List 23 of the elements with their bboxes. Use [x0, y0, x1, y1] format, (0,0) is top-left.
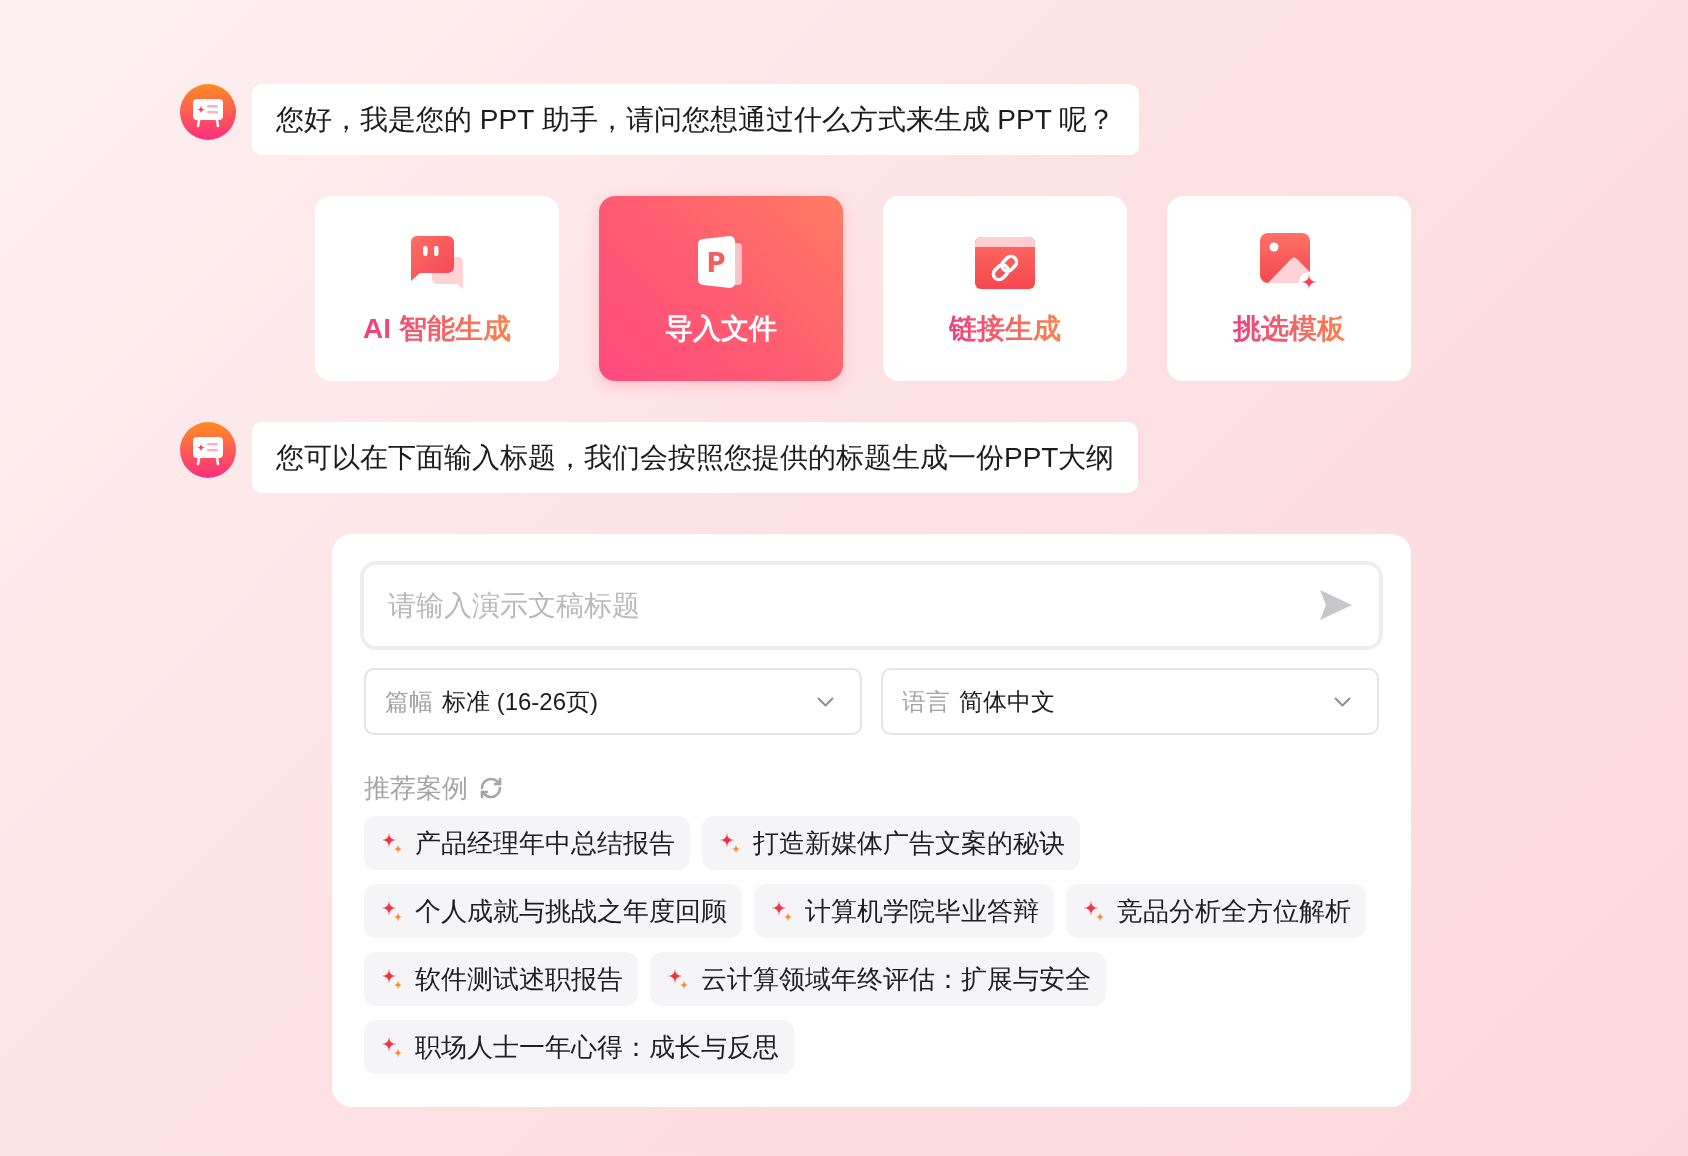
- suggestion-chip[interactable]: 软件测试述职报告: [364, 952, 638, 1006]
- chevron-down-icon: [1334, 696, 1351, 707]
- suggestion-chip[interactable]: 打造新媒体广告文案的秘诀: [702, 816, 1080, 870]
- presentation-board-icon: [180, 84, 236, 140]
- message-bubble: 您可以在下面输入标题，我们会按照您提供的标题生成一份PPT大纲: [252, 422, 1139, 493]
- send-icon: [1319, 589, 1353, 621]
- suggestion-chip[interactable]: 计算机学院毕业答辩: [754, 884, 1054, 938]
- chevron-down-icon: [817, 696, 834, 707]
- suggestion-chip[interactable]: 产品经理年中总结报告: [364, 816, 690, 870]
- dropdown-select[interactable]: 语言 简体中文: [881, 668, 1379, 735]
- send-button[interactable]: [1319, 589, 1353, 621]
- presentation-board-icon: [180, 422, 236, 478]
- suggestion-chip[interactable]: 云计算领域年终评估：扩展与安全: [650, 952, 1106, 1006]
- dropdown-select[interactable]: 篇幅 标准 (16-26页): [364, 668, 862, 735]
- section-label: 推荐案例: [364, 775, 468, 801]
- title-input[interactable]: 请输入演示文稿标题: [360, 561, 1383, 650]
- image-icon: [1258, 231, 1320, 293]
- suggestion-chip[interactable]: 个人成就与挑战之年度回顾: [364, 884, 742, 938]
- suggestion-chip[interactable]: 竞品分析全方位解析: [1066, 884, 1366, 938]
- message-bubble: 您好，我是您的 PPT 助手，请问您想通过什么方式来生成 PPT 呢？: [252, 84, 1139, 155]
- chat-bubble-icon: [408, 233, 466, 291]
- refresh-icon[interactable]: [479, 776, 503, 800]
- suggestion-chip[interactable]: 职场人士一年心得：成长与反思: [364, 1020, 794, 1074]
